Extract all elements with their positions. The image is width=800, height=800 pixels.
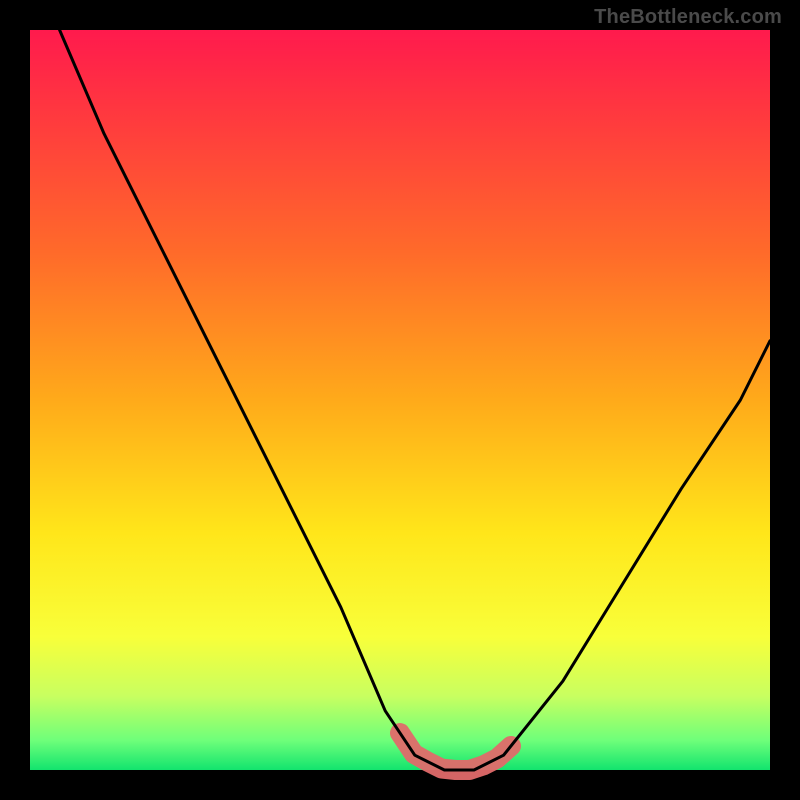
plot-area (30, 30, 770, 770)
highlight-segment (400, 733, 511, 770)
bottleneck-curve-line (60, 30, 770, 770)
chart-svg (30, 30, 770, 770)
chart-frame: TheBottleneck.com (0, 0, 800, 800)
attribution-watermark: TheBottleneck.com (594, 6, 782, 29)
